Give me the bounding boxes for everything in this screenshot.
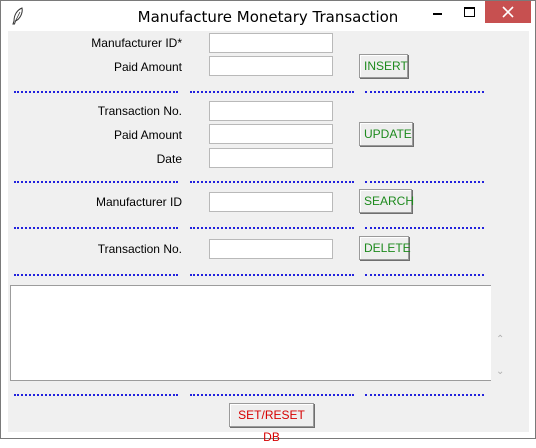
transaction-no-label: Transaction No. — [97, 104, 182, 118]
date-label: Date — [156, 152, 182, 166]
separator — [365, 181, 484, 183]
vertical-scrollbar[interactable]: ⌃ ⌄ — [492, 285, 509, 381]
chevron-down-icon[interactable]: ⌄ — [496, 367, 504, 377]
search-button[interactable]: SEARCH — [359, 189, 414, 213]
separator — [190, 274, 354, 276]
paid-amount-label: Paid Amount — [113, 128, 182, 142]
update-button[interactable]: UPDATE — [359, 122, 413, 146]
update-transaction-no-input[interactable] — [209, 101, 333, 121]
delete-button[interactable]: DELETE — [359, 236, 411, 260]
separator — [14, 394, 178, 396]
separator — [365, 91, 484, 93]
maximize-button[interactable] — [454, 1, 484, 23]
separator — [190, 227, 354, 229]
update-date-input[interactable] — [209, 148, 333, 168]
separator — [365, 274, 484, 276]
separator — [14, 227, 178, 229]
separator — [365, 394, 484, 396]
paid-amount-label: Paid Amount — [113, 60, 182, 74]
manufacturer-id-label: Manufacturer ID* — [91, 36, 182, 50]
insert-button[interactable]: INSERT — [359, 54, 408, 78]
insert-manufacturer-id-input[interactable] — [209, 33, 333, 53]
delete-transaction-no-input[interactable] — [209, 239, 333, 259]
separator — [190, 91, 354, 93]
separator — [190, 181, 354, 183]
title-bar[interactable]: Manufacture Monetary Transaction — [1, 1, 535, 31]
separator — [14, 274, 178, 276]
output-textarea[interactable] — [10, 285, 491, 381]
manufacturer-id-label: Manufacturer ID — [95, 195, 182, 209]
separator — [365, 227, 484, 229]
close-button[interactable] — [485, 1, 531, 23]
chevron-up-icon[interactable]: ⌃ — [496, 335, 504, 345]
form-body: Manufacturer ID* Paid Amount INSERT Tran… — [8, 31, 529, 444]
minimize-button[interactable] — [423, 1, 453, 23]
separator — [14, 91, 178, 93]
close-icon — [502, 6, 514, 18]
separator — [190, 394, 354, 396]
set-reset-db-button[interactable]: SET/RESET DB — [229, 403, 314, 444]
transaction-no-label: Transaction No. — [97, 242, 182, 256]
separator — [14, 181, 178, 183]
insert-paid-amount-input[interactable] — [209, 56, 333, 76]
search-manufacturer-id-input[interactable] — [209, 192, 333, 212]
app-window: Manufacture Monetary Transaction Manufac… — [0, 0, 536, 444]
update-paid-amount-input[interactable] — [209, 124, 333, 144]
